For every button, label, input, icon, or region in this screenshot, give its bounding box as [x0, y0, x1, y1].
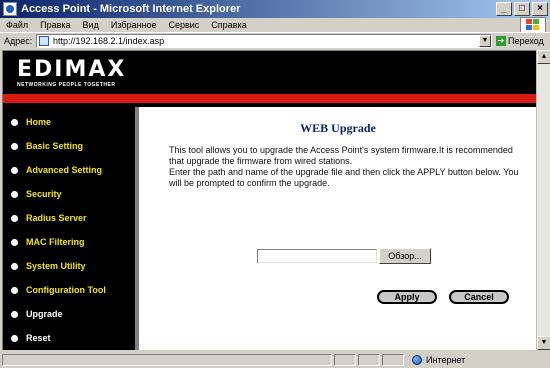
sidebar-item-security[interactable]: Security: [11, 187, 62, 201]
address-label: Адрес:: [4, 35, 33, 46]
bullet-icon: [11, 166, 18, 174]
bullet-icon: [11, 262, 18, 270]
page-icon: [39, 36, 49, 46]
sidebar-item-label: Configuration Tool: [26, 285, 106, 295]
cancel-button[interactable]: Cancel: [449, 290, 509, 304]
menu-help[interactable]: Справка: [211, 20, 246, 30]
window-controls: _ □ ×: [496, 2, 548, 16]
address-url: http://192.168.2.1/index.asp: [53, 36, 165, 46]
bullet-icon: [11, 238, 18, 246]
sidebar-item-label: Advanced Setting: [26, 165, 103, 175]
scroll-down-icon[interactable]: ▼: [537, 336, 550, 350]
sidebar-item-label: MAC Filtering: [26, 237, 85, 247]
sidebar: Home Basic Setting Advanced Setting Secu…: [3, 107, 135, 350]
scroll-up-icon[interactable]: ▲: [537, 50, 550, 64]
sidebar-item-label: System Utility: [26, 261, 86, 271]
sidebar-item-label: Security: [26, 189, 62, 199]
bullet-icon: [11, 190, 18, 198]
close-button[interactable]: ×: [532, 2, 548, 16]
vertical-scrollbar[interactable]: ▲ ▼: [536, 50, 550, 350]
menu-bar: Файл Правка Вид Избранное Сервис Справка: [0, 17, 550, 33]
apply-button[interactable]: Apply: [377, 290, 437, 304]
status-text-cell: [2, 354, 332, 366]
bullet-icon: [11, 334, 18, 342]
sidebar-item-configuration-tool[interactable]: Configuration Tool: [11, 283, 106, 297]
address-bar: Адрес: http://192.168.2.1/index.asp ▼ ➔ …: [0, 32, 550, 48]
upgrade-file-input[interactable]: [257, 249, 377, 263]
brand-tagline: NETWORKING PEOPLE TOGETHER: [17, 82, 116, 88]
red-divider: [3, 94, 536, 103]
address-input[interactable]: http://192.168.2.1/index.asp ▼: [36, 34, 492, 48]
go-arrow-icon: ➔: [496, 36, 506, 46]
minimize-button[interactable]: _: [496, 2, 512, 16]
bullet-icon: [11, 310, 18, 318]
sidebar-item-label: Upgrade: [26, 309, 63, 319]
sidebar-item-mac-filtering[interactable]: MAC Filtering: [11, 235, 85, 249]
browse-button[interactable]: Обзор...: [379, 248, 431, 264]
go-button[interactable]: ➔ Переход: [496, 34, 544, 48]
bullet-icon: [11, 142, 18, 150]
status-cell: [382, 354, 404, 366]
windows-logo-icon: [520, 17, 546, 33]
menu-favorites[interactable]: Избранное: [111, 20, 157, 30]
bullet-icon: [11, 118, 18, 126]
sidebar-item-label: Radius Server: [26, 213, 87, 223]
description-line: This tool allows you to upgrade the Acce…: [169, 145, 513, 166]
page-header: EDIMAX NETWORKING PEOPLE TOGETHER: [3, 51, 536, 94]
security-zone: Интернет: [412, 354, 465, 366]
description-line: Enter the path and name of the upgrade f…: [169, 167, 519, 188]
sidebar-item-label: Home: [26, 117, 52, 127]
sidebar-item-radius-server[interactable]: Radius Server: [11, 211, 87, 225]
menu-file[interactable]: Файл: [6, 20, 28, 30]
ie-icon: [3, 2, 17, 16]
page-viewport: EDIMAX NETWORKING PEOPLE TOGETHER Home B…: [2, 50, 536, 350]
menu-edit[interactable]: Правка: [40, 20, 70, 30]
sidebar-item-reset[interactable]: Reset: [11, 331, 51, 345]
maximize-button[interactable]: □: [514, 2, 530, 16]
title-bar: Access Point - Microsoft Internet Explor…: [0, 0, 550, 18]
sidebar-item-upgrade[interactable]: Upgrade: [11, 307, 63, 321]
sidebar-item-home[interactable]: Home: [11, 115, 51, 129]
status-cell: [358, 354, 380, 366]
go-label: Переход: [508, 36, 544, 46]
sidebar-item-label: Reset: [26, 333, 51, 343]
sidebar-item-advanced-setting[interactable]: Advanced Setting: [11, 163, 102, 177]
sidebar-item-system-utility[interactable]: System Utility: [11, 259, 86, 273]
status-bar: Интернет: [0, 352, 550, 368]
window-title: Access Point - Microsoft Internet Explor…: [21, 3, 241, 15]
globe-icon: [412, 355, 422, 365]
menu-view[interactable]: Вид: [83, 20, 99, 30]
sidebar-item-label: Basic Setting: [26, 141, 84, 151]
edimax-logo: EDIMAX NETWORKING PEOPLE TOGETHER: [17, 57, 127, 89]
bullet-icon: [11, 214, 18, 222]
sidebar-item-basic-setting[interactable]: Basic Setting: [11, 139, 83, 153]
zone-label: Интернет: [426, 355, 466, 365]
main-content: WEB Upgrade This tool allows you to upgr…: [139, 107, 536, 350]
menu-tools[interactable]: Сервис: [168, 20, 199, 30]
address-dropdown-icon[interactable]: ▼: [479, 35, 491, 47]
bullet-icon: [11, 286, 18, 294]
page-title: WEB Upgrade: [300, 121, 376, 135]
description: This tool allows you to upgrade the Acce…: [169, 145, 521, 189]
status-cell: [334, 354, 356, 366]
brand-name: EDIMAX: [17, 57, 127, 82]
